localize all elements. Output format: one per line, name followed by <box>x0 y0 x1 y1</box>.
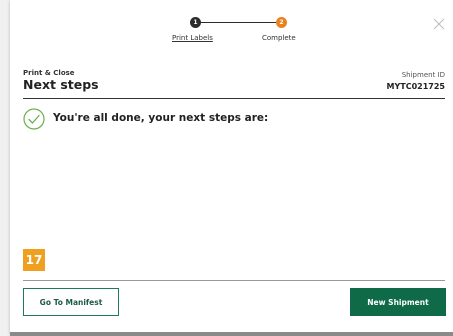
step-badge: 17 <box>23 249 45 271</box>
header-divider <box>23 98 445 99</box>
done-message: You're all done, your next steps are: <box>53 112 269 124</box>
stepper: 1 2 Print Labels Complete <box>10 14 453 54</box>
check-circle-icon <box>23 108 45 130</box>
footer-divider <box>23 280 445 281</box>
step-complete: Complete <box>262 34 296 42</box>
step-print-labels[interactable]: Print Labels <box>172 34 213 42</box>
header-subtitle: Print & Close <box>23 69 75 77</box>
next-steps-modal: 1 2 Print Labels Complete Print & Close … <box>10 0 453 334</box>
shipment-id-value: MYTC021725 <box>386 82 445 91</box>
step-1-circle: 1 <box>190 17 201 28</box>
modal-shadow <box>10 332 453 336</box>
close-icon[interactable] <box>433 18 445 30</box>
shipment-id-label: Shipment ID <box>401 71 445 79</box>
step-connector <box>201 22 276 23</box>
step-2-circle: 2 <box>276 17 287 28</box>
new-shipment-button[interactable]: New Shipment <box>350 288 446 316</box>
go-to-manifest-button[interactable]: Go To Manifest <box>23 288 119 316</box>
page-title: Next steps <box>23 77 99 92</box>
